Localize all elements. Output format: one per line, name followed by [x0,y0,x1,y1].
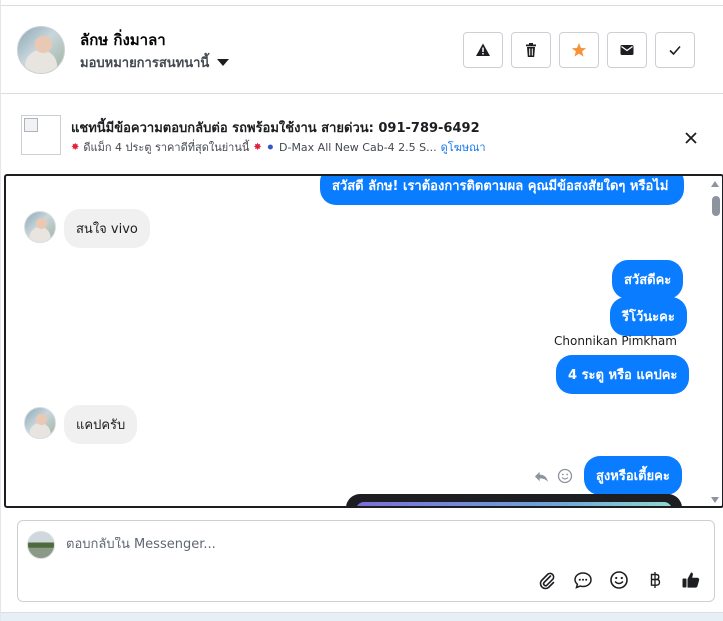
scroll-down-arrow[interactable] [711,497,719,503]
reply-icon[interactable] [534,469,549,484]
outgoing-message[interactable]: สวัสดี ลักษ! เราต้องการติดตามผล คุณมีข้อ… [320,176,684,205]
composer-toolbar [536,569,702,591]
outgoing-message[interactable]: 4 ระตู หรือ แคปคะ [556,355,690,394]
chevron-down-icon [217,59,230,66]
outgoing-message[interactable]: รีโว้นะคะ [610,297,687,336]
message-actions [534,468,573,484]
ad-subtitle-text: ดีแม็ก 4 ประตู ราคาดีที่สุดในย่านนี้ [83,141,250,154]
reply-composer [17,520,715,602]
close-icon [685,132,697,144]
inbox-conversation-panel: ลักษ กิ่งมาลา มอบหมายการสนทนานี้ แชทนี้ม… [0,0,723,621]
mark-unread-button[interactable] [607,32,647,68]
burst-icon: ✸ [71,141,80,153]
incoming-message[interactable]: แคปครับ [64,405,138,444]
chat-scrollbar[interactable] [708,176,722,506]
mark-done-button[interactable] [655,32,695,68]
view-ad-link[interactable]: ดูโฆษณา [441,138,486,156]
contact-avatar-small[interactable] [24,211,56,243]
contact-name[interactable]: ลักษ กิ่งมาลา [80,28,166,52]
ad-context-banner: แชทนี้มีข้อความตอบกลับต่อ รถพร้อมใช้งาน … [1,95,723,165]
ad-product-text: D-Max All New Cab-4 2.5 S... [279,140,437,154]
report-button[interactable] [463,32,503,68]
reply-input[interactable] [66,537,686,552]
check-icon [669,45,681,56]
saved-reply-button[interactable] [572,569,594,591]
delete-button[interactable] [511,32,551,68]
contact-avatar-small[interactable] [24,407,56,439]
conversation-header: ลักษ กิ่งมาลา มอบหมายการสนทนานี้ [1,6,723,94]
thumbs-up-icon [682,572,700,588]
baht-icon [650,572,661,588]
ad-thumbnail[interactable] [21,115,61,155]
warning-icon [476,43,490,56]
scroll-thumb[interactable] [712,196,720,216]
scroll-up-arrow[interactable] [711,181,719,187]
payment-button[interactable] [644,569,666,591]
sender-name: Chonnikan Pimkham [554,334,677,348]
assign-conversation-dropdown[interactable]: มอบหมายการสนทนานี้ [80,52,230,73]
emoji-button[interactable] [608,569,630,591]
ad-title: แชทนี้มีข้อความตอบกลับต่อ รถพร้อมใช้งาน … [71,121,480,136]
saved-reply-icon [574,572,592,589]
paperclip-icon [539,572,555,590]
page-avatar [27,531,55,559]
outgoing-message[interactable]: สูงหรือเตี้ยคะ [584,456,682,495]
trash-icon [526,43,536,57]
attachment-card-preview[interactable] [346,494,682,506]
like-button[interactable] [680,569,702,591]
ad-subtitle: ✸ ดีแม็ก 4 ประตู ราคาดีที่สุดในย่านนี้ ✸… [71,138,486,156]
contact-avatar[interactable] [17,26,65,74]
burst-icon: ✸ [253,141,262,153]
star-button[interactable] [559,32,599,68]
car-icon: ⚫ [265,140,275,154]
envelope-icon [620,45,634,55]
outgoing-message[interactable]: สวัสดีคะ [612,260,684,299]
close-banner-button[interactable] [681,128,701,148]
assign-label: มอบหมายการสนทนานี้ [80,56,210,71]
bottom-status-strip [1,612,723,621]
attach-file-button[interactable] [536,569,558,591]
emoji-icon [610,571,628,589]
star-icon [571,43,587,57]
message-thread[interactable]: สวัสดี ลักษ! เราต้องการติดตามผล คุณมีข้อ… [4,174,723,508]
incoming-message[interactable]: สนใจ vivo [64,209,150,248]
react-emoji-icon[interactable] [557,468,573,484]
